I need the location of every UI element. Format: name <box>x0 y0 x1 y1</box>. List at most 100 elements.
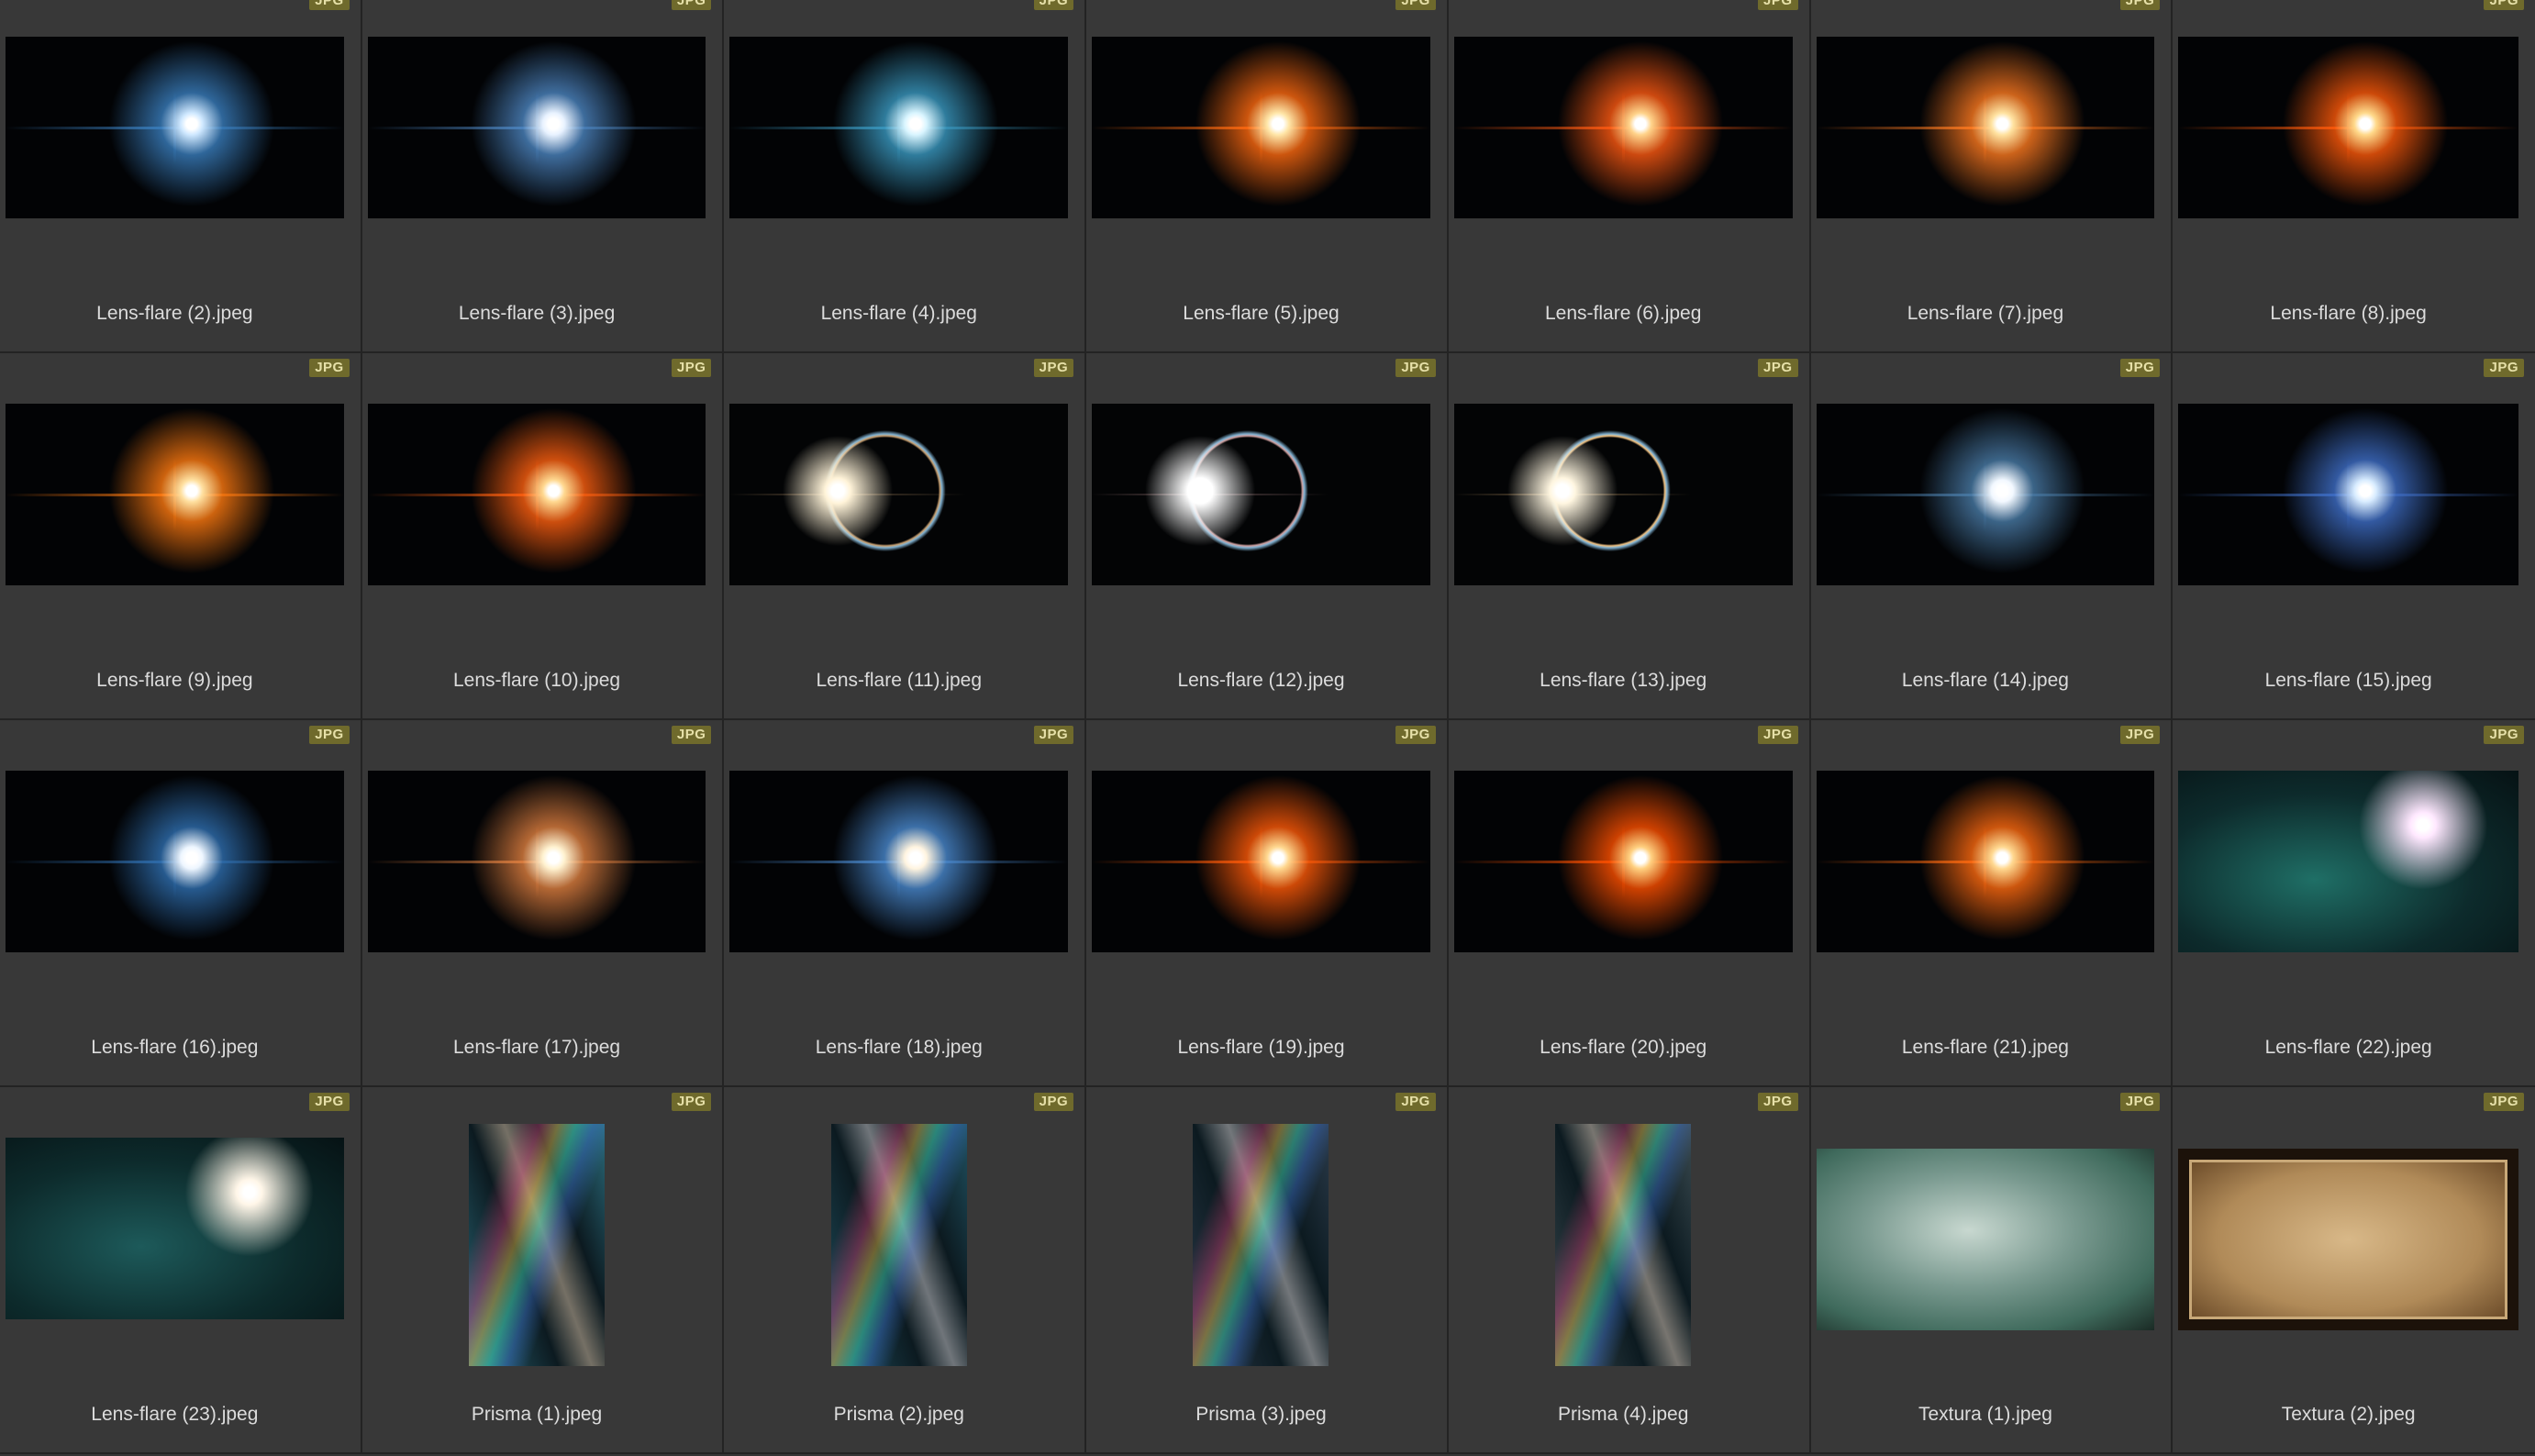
file-tile[interactable]: JPG Prisma (4).jpeg <box>1448 1087 1811 1454</box>
file-thumbnail-image[interactable] <box>1453 37 1793 218</box>
file-type-badge: JPG <box>1033 0 1074 10</box>
file-thumbnail-image[interactable] <box>729 404 1069 585</box>
file-name-label: Lens-flare (3).jpeg <box>458 303 616 324</box>
file-thumbnail-image[interactable] <box>1453 771 1793 952</box>
file-type-badge: JPG <box>1395 359 1436 377</box>
file-tile[interactable]: JPG Lens-flare (5).jpeg <box>1086 0 1449 353</box>
file-type-badge: JPG <box>1033 1093 1074 1111</box>
file-thumbnail-image[interactable] <box>1092 37 1430 218</box>
file-tile[interactable]: JPG Lens-flare (11).jpeg <box>724 353 1087 720</box>
file-tile[interactable]: JPG Lens-flare (14).jpeg <box>1810 353 2174 720</box>
file-type-badge: JPG <box>1758 726 1798 744</box>
file-tile[interactable]: JPG Textura (2).jpeg <box>2173 1087 2535 1454</box>
file-type-badge: JPG <box>1033 359 1074 377</box>
file-name-label: Lens-flare (19).jpeg <box>1177 1037 1345 1058</box>
file-tile[interactable]: JPG Lens-flare (19).jpeg <box>1086 720 1449 1087</box>
file-type-badge: JPG <box>2484 359 2524 377</box>
file-tile[interactable]: JPG Lens-flare (12).jpeg <box>1086 353 1449 720</box>
file-type-badge: JPG <box>1758 0 1798 10</box>
file-tile[interactable]: JPG Prisma (3).jpeg <box>1086 1087 1449 1454</box>
file-thumbnail-image[interactable] <box>6 1138 344 1319</box>
file-tile[interactable]: JPG Lens-flare (17).jpeg <box>361 720 725 1087</box>
file-name-label: Lens-flare (12).jpeg <box>1177 670 1345 691</box>
file-type-badge: JPG <box>2484 0 2524 10</box>
file-tile[interactable]: JPG Textura (1).jpeg <box>1810 1087 2174 1454</box>
file-thumbnail-image[interactable] <box>1816 771 2155 952</box>
file-type-badge: JPG <box>2484 726 2524 744</box>
file-type-badge: JPG <box>1395 726 1436 744</box>
file-tile[interactable]: JPG Lens-flare (3).jpeg <box>361 0 725 353</box>
file-thumbnail-image[interactable] <box>2178 1149 2518 1330</box>
file-name-label: Lens-flare (21).jpeg <box>1901 1037 2069 1058</box>
file-name-label: Lens-flare (6).jpeg <box>1544 303 1702 324</box>
file-name-label: Lens-flare (11).jpeg <box>816 670 983 691</box>
file-thumbnail-image[interactable] <box>1453 404 1793 585</box>
file-thumbnail-image[interactable] <box>729 771 1069 952</box>
file-type-badge: JPG <box>671 359 712 377</box>
file-thumbnail-image[interactable] <box>6 404 344 585</box>
file-tile[interactable]: JPG Lens-flare (6).jpeg <box>1448 0 1811 353</box>
file-tile[interactable]: JPG Lens-flare (2).jpeg <box>0 0 362 353</box>
file-tile[interactable]: JPG Lens-flare (7).jpeg <box>1810 0 2174 353</box>
file-type-badge: JPG <box>2119 726 2161 744</box>
file-tile[interactable]: JPG Lens-flare (20).jpeg <box>1448 720 1811 1087</box>
file-name-label: Lens-flare (4).jpeg <box>820 303 977 324</box>
file-thumbnail-image[interactable] <box>2178 37 2518 218</box>
file-tile[interactable]: JPG Lens-flare (8).jpeg <box>2173 0 2535 353</box>
file-thumbnail-image[interactable] <box>2178 404 2518 585</box>
file-name-label: Lens-flare (18).jpeg <box>815 1037 983 1058</box>
file-type-badge: JPG <box>309 1093 350 1111</box>
file-type-badge: JPG <box>1395 0 1436 10</box>
file-thumbnail-image[interactable] <box>6 37 344 218</box>
file-type-badge: JPG <box>671 726 712 744</box>
file-name-label: Lens-flare (16).jpeg <box>91 1037 259 1058</box>
file-thumbnail-image[interactable] <box>2178 771 2518 952</box>
file-name-label: Lens-flare (15).jpeg <box>2264 670 2432 691</box>
file-tile[interactable]: JPG Lens-flare (15).jpeg <box>2173 353 2535 720</box>
file-type-badge: JPG <box>2119 0 2161 10</box>
file-thumbnail-image[interactable] <box>367 771 706 952</box>
file-thumbnail-image[interactable] <box>367 404 706 585</box>
file-name-label: Lens-flare (10).jpeg <box>453 670 621 691</box>
file-tile[interactable]: JPG Lens-flare (23).jpeg <box>0 1087 362 1454</box>
file-thumbnail-image[interactable] <box>469 1124 606 1366</box>
file-tile[interactable]: JPG Lens-flare (9).jpeg <box>0 353 362 720</box>
file-tile[interactable]: JPG Lens-flare (10).jpeg <box>361 353 725 720</box>
file-tile[interactable]: JPG Prisma (2).jpeg <box>724 1087 1087 1454</box>
file-thumbnail-image[interactable] <box>1092 771 1430 952</box>
file-type-badge: JPG <box>1033 726 1074 744</box>
file-name-label: Prisma (2).jpeg <box>833 1404 964 1425</box>
file-tile[interactable]: JPG Prisma (1).jpeg <box>361 1087 725 1454</box>
file-thumbnail-image[interactable] <box>830 1124 967 1366</box>
file-thumbnail-image[interactable] <box>6 771 344 952</box>
file-name-label: Lens-flare (20).jpeg <box>1540 1037 1707 1058</box>
file-name-label: Textura (1).jpeg <box>1918 1404 2052 1425</box>
file-name-label: Lens-flare (5).jpeg <box>1183 303 1340 324</box>
file-tile[interactable]: JPG Lens-flare (22).jpeg <box>2173 720 2535 1087</box>
file-type-badge: JPG <box>671 0 712 10</box>
file-type-badge: JPG <box>671 1093 712 1111</box>
file-name-label: Lens-flare (23).jpeg <box>91 1404 259 1425</box>
file-thumbnail-image[interactable] <box>1092 404 1430 585</box>
file-thumbnail-image[interactable] <box>1555 1124 1692 1366</box>
file-type-badge: JPG <box>2119 1093 2161 1111</box>
file-thumbnail-image[interactable] <box>1816 37 2155 218</box>
file-thumbnail-image[interactable] <box>1816 404 2155 585</box>
file-thumbnail-image[interactable] <box>367 37 706 218</box>
file-tile[interactable]: JPG Lens-flare (16).jpeg <box>0 720 362 1087</box>
file-name-label: Lens-flare (9).jpeg <box>96 670 253 691</box>
file-tile[interactable]: JPG Lens-flare (13).jpeg <box>1448 353 1811 720</box>
file-tile[interactable]: JPG Lens-flare (4).jpeg <box>724 0 1087 353</box>
file-type-badge: JPG <box>1395 1093 1436 1111</box>
file-name-label: Lens-flare (7).jpeg <box>1907 303 2064 324</box>
file-name-label: Prisma (3).jpeg <box>1195 1404 1327 1425</box>
file-name-label: Prisma (4).jpeg <box>1558 1404 1689 1425</box>
file-thumbnail-image[interactable] <box>1193 1124 1329 1366</box>
file-name-label: Prisma (1).jpeg <box>471 1404 603 1425</box>
file-tile[interactable]: JPG Lens-flare (21).jpeg <box>1810 720 2174 1087</box>
file-tile[interactable]: JPG Lens-flare (18).jpeg <box>724 720 1087 1087</box>
file-type-badge: JPG <box>309 359 350 377</box>
file-thumbnail-image[interactable] <box>1816 1149 2155 1330</box>
file-thumbnail-image[interactable] <box>729 37 1069 218</box>
file-name-label: Lens-flare (14).jpeg <box>1901 670 2069 691</box>
